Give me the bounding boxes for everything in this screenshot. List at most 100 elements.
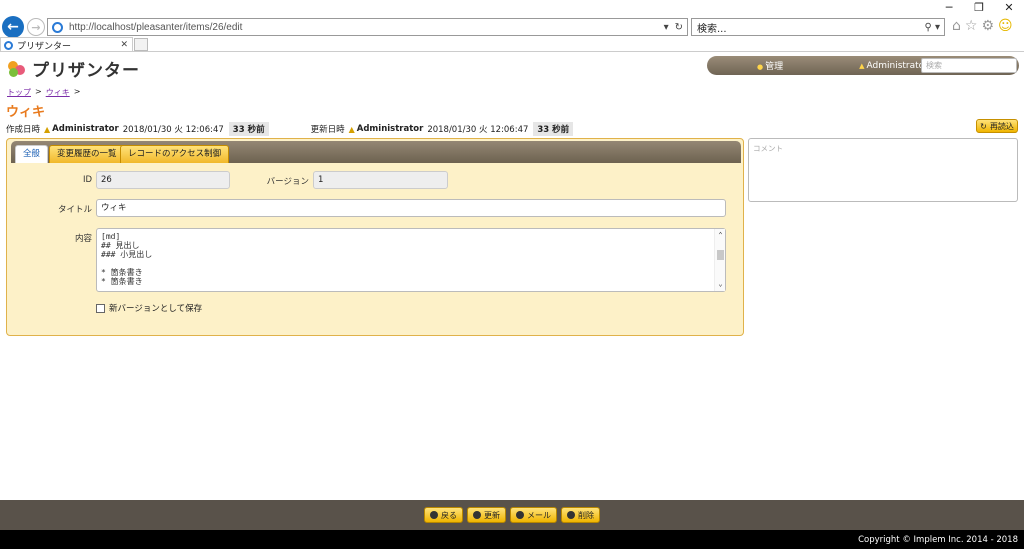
tab-access-control[interactable]: レコードのアクセス制御: [120, 145, 230, 163]
restore-button[interactable]: ❐: [964, 0, 994, 16]
content-label: 内容: [74, 234, 92, 244]
home-icon[interactable]: ⌂: [952, 18, 961, 34]
admin-menu[interactable]: ● 管理: [757, 59, 783, 72]
browser-search-placeholder: 検索...: [697, 23, 727, 35]
gear-icon: ●: [757, 63, 764, 71]
back-action-label: 戻る: [441, 510, 457, 520]
back-button[interactable]: ←: [2, 16, 24, 38]
content-line: [md]: [101, 232, 121, 241]
version-field: 1: [313, 171, 448, 189]
mail-icon: [516, 511, 524, 519]
copyright: Copyright © Implem Inc. 2014 - 2018: [0, 530, 1024, 549]
user-name: Administrator: [866, 60, 928, 71]
content-line: ## 見出し: [101, 241, 140, 250]
breadcrumb-wiki[interactable]: ウィキ: [46, 87, 70, 98]
user-menu[interactable]: ▲ Administrator: [859, 61, 928, 71]
chevron-down-icon[interactable]: ⌄: [715, 280, 726, 289]
update-button[interactable]: 更新: [467, 507, 506, 523]
created-label: 作成日時: [6, 125, 41, 135]
version-label: バージョン: [266, 177, 309, 187]
created-user: Administrator: [52, 124, 119, 134]
record-meta: 作成日時 ▲ Administrator 2018/01/30 火 12:06:…: [6, 122, 574, 136]
id-field: 26: [96, 171, 230, 189]
arrow-left-icon: ←: [7, 19, 19, 35]
arrow-right-icon: →: [31, 20, 41, 34]
update-label: 更新: [484, 510, 500, 520]
comment-placeholder: コメント: [753, 144, 783, 153]
title-input[interactable]: ウィキ: [96, 199, 726, 217]
tab-title: プリザンター: [17, 41, 72, 52]
user-icon: ▲: [348, 124, 355, 134]
admin-menu-label: 管理: [765, 62, 784, 72]
url-text[interactable]: http://localhost/pleasanter/items/26/edi…: [69, 22, 242, 33]
reload-label: 再読込: [989, 121, 1014, 131]
breadcrumb-top[interactable]: トップ: [7, 87, 31, 98]
updated-user: Administrator: [356, 124, 424, 134]
gear-icon[interactable]: ⚙: [981, 18, 994, 34]
user-icon: ▲: [859, 61, 865, 70]
new-version-label: 新バージョンとして保存: [109, 304, 203, 314]
close-tab-icon[interactable]: ✕: [120, 40, 132, 50]
content-line: ### 小見出し: [101, 250, 153, 259]
app-search-placeholder: 検索: [926, 61, 942, 70]
tab-general[interactable]: 全般: [15, 145, 49, 163]
breadcrumb-sep: >: [73, 87, 81, 96]
mail-button[interactable]: メール: [510, 507, 557, 523]
trash-icon: [567, 511, 575, 519]
editor-panel: 全般 変更履歴の一覧 レコードのアクセス制御 ID 26 バージョン 1 タイト…: [6, 138, 744, 336]
mail-label: メール: [527, 510, 551, 520]
page-title: ウィキ: [6, 105, 46, 120]
tab-divider: [0, 51, 1024, 52]
back-icon: [430, 511, 438, 519]
created-ago-badge: 33 秒前: [228, 122, 269, 136]
breadcrumb: トップ > ウィキ >: [7, 87, 80, 98]
tab-history[interactable]: 変更履歴の一覧: [49, 145, 125, 163]
content-textarea[interactable]: [md] ## 見出し ### 小見出し * 箇条書き * 箇条書き ⌃ ⌄: [96, 228, 726, 292]
logo-text: プリザンター: [32, 61, 140, 81]
search-icon[interactable]: ⚲ ▾: [924, 22, 944, 33]
browser-search-input[interactable]: 検索... ⚲ ▾: [691, 18, 945, 36]
delete-button[interactable]: 削除: [561, 507, 600, 523]
app-search-input[interactable]: 検索: [921, 58, 1017, 73]
action-bar: 戻る 更新 メール 削除: [0, 500, 1024, 530]
tab-strip: 全般 変更履歴の一覧 レコードのアクセス制御: [11, 141, 741, 163]
comment-input[interactable]: コメント: [748, 138, 1018, 202]
smiley-icon[interactable]: ☺: [998, 18, 1013, 34]
user-icon: ▲: [44, 124, 51, 134]
scroll-thumb[interactable]: [717, 250, 724, 260]
chevron-up-icon[interactable]: ⌃: [715, 231, 726, 240]
star-icon[interactable]: ☆: [965, 18, 978, 34]
id-label: ID: [82, 175, 92, 185]
close-window-button[interactable]: ✕: [994, 0, 1024, 16]
ie-icon: [4, 40, 13, 50]
ie-icon: [52, 21, 63, 33]
refresh-icon: ↻: [980, 121, 987, 131]
reload-button[interactable]: ↻ 再読込: [976, 119, 1018, 133]
browser-tab[interactable]: プリザンター ✕: [0, 37, 133, 52]
minimize-button[interactable]: ─: [934, 0, 964, 16]
dropdown-icon[interactable]: ▾: [664, 22, 669, 33]
address-controls: ▾ ↻: [664, 22, 687, 33]
new-tab-button[interactable]: [134, 38, 148, 51]
updated-time: 2018/01/30 火 12:06:47: [427, 125, 529, 135]
content-scrollbar[interactable]: ⌃ ⌄: [714, 229, 725, 291]
app-logo[interactable]: プリザンター: [6, 56, 140, 81]
content-line: [101, 259, 721, 268]
updated-label: 更新日時: [310, 125, 345, 135]
window-controls: ─ ❐ ✕: [934, 0, 1024, 16]
browser-toolbar-icons: ⌂ ☆ ⚙ ☺: [952, 18, 1013, 34]
content-line: * 箇条書き: [101, 268, 143, 277]
logo-icon: [6, 59, 28, 79]
forward-button[interactable]: →: [27, 18, 45, 36]
title-label: タイトル: [57, 205, 92, 215]
new-version-option[interactable]: 新バージョンとして保存: [96, 302, 202, 314]
save-icon: [473, 511, 481, 519]
refresh-icon[interactable]: ↻: [675, 22, 683, 33]
back-action-button[interactable]: 戻る: [424, 507, 463, 523]
address-bar[interactable]: http://localhost/pleasanter/items/26/edi…: [47, 18, 688, 36]
created-time: 2018/01/30 火 12:06:47: [122, 125, 224, 135]
new-version-checkbox[interactable]: [96, 303, 105, 313]
delete-label: 削除: [578, 510, 594, 520]
breadcrumb-sep: >: [35, 87, 42, 96]
updated-ago-badge: 33 秒前: [533, 122, 574, 136]
